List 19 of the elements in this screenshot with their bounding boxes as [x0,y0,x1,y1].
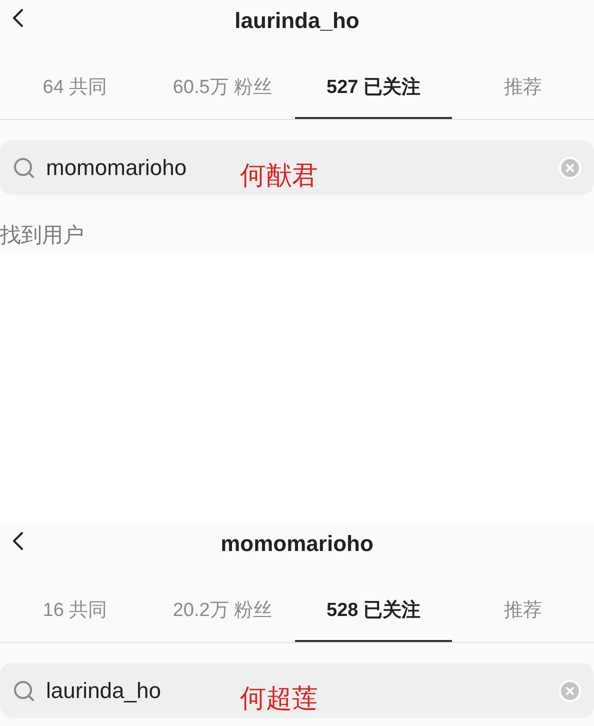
tab[interactable]: 推荐 [452,583,594,642]
search-value: momomarioho [46,154,187,182]
handwritten-annotation: 何猷君 [240,160,318,190]
tab[interactable]: 16 共同 [0,583,150,642]
search-field[interactable]: momomarioho 何猷君 [0,140,594,195]
tab[interactable]: 60.5万 粉丝 [150,60,295,119]
tab[interactable]: 64 共同 [0,60,150,119]
handwritten-annotation: 何超莲 [240,683,318,713]
tab[interactable]: 527 已关注 [295,60,452,119]
tab[interactable]: 20.2万 粉丝 [150,583,295,642]
profile-title: momomarioho [220,530,374,558]
no-results-text: 找到用户 [0,223,85,249]
search-field[interactable]: laurinda_ho 何超莲 [0,663,594,718]
search-icon [12,156,36,180]
search-value: laurinda_ho [46,677,161,705]
search-icon [12,678,36,702]
tab[interactable]: 推荐 [452,60,594,119]
profile-title: laurinda_ho [234,6,360,34]
tab[interactable]: 528 已关注 [295,583,452,642]
